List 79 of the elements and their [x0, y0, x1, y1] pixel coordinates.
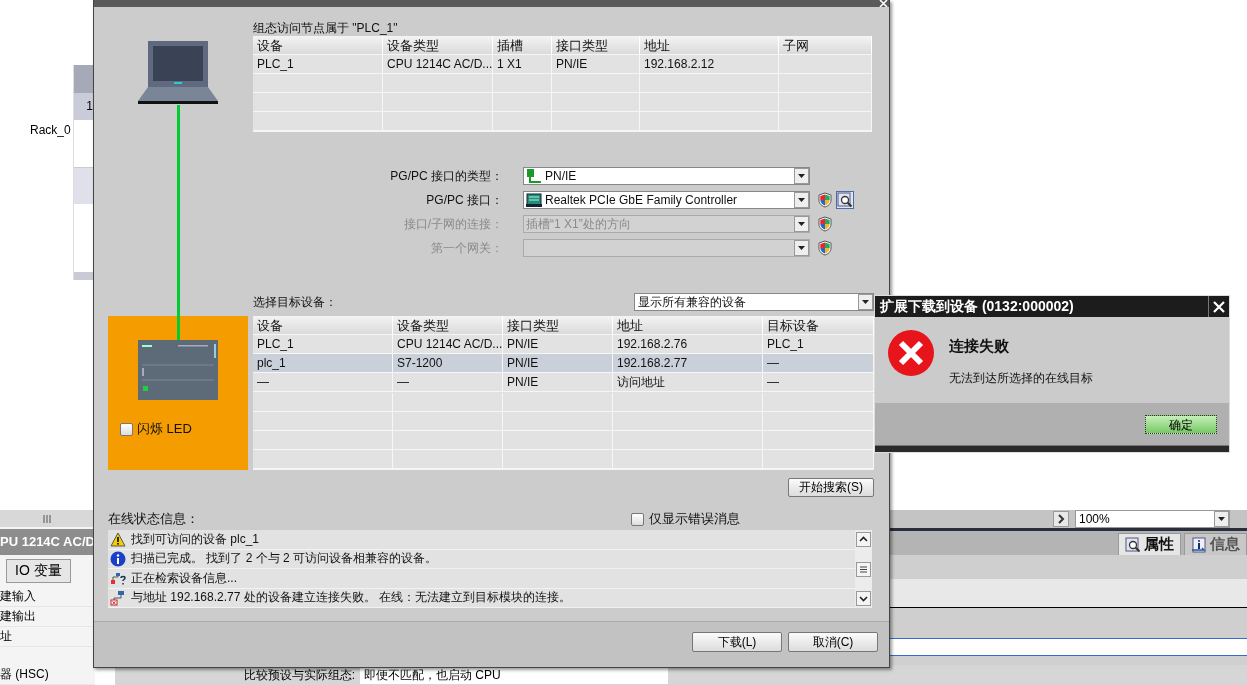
table-cell: CPU 1214C AC/D... [383, 55, 493, 74]
column-header[interactable]: 接口类型 [552, 36, 640, 55]
slot-number: 1 [74, 93, 94, 120]
field-label: PG/PC 接口： [425, 191, 504, 209]
magnifier-page-icon [1125, 536, 1141, 553]
column-header[interactable]: 设备类型 [383, 36, 493, 55]
column-header[interactable]: 设备类型 [393, 316, 503, 335]
error-heading: 连接失败 [949, 337, 1010, 356]
table-cell[interactable]: — [763, 354, 874, 374]
dropdown[interactable]: PN/IE [523, 167, 810, 185]
field-label: 接口/子网的连接： [402, 215, 504, 233]
field-label: PG/PC 接口的类型： [389, 167, 504, 185]
table-cell[interactable]: — [253, 373, 393, 393]
network-query-icon [110, 570, 126, 587]
zoom-dropdown[interactable]: 100% [1075, 510, 1230, 528]
info-icon [110, 550, 126, 567]
column-header[interactable]: 设备 [253, 36, 383, 55]
warning-icon [110, 531, 126, 547]
rack-label: Rack_0 [30, 123, 71, 137]
diagnostics-button[interactable] [836, 191, 854, 209]
download-button[interactable]: 下载(L) [692, 632, 782, 652]
error-message: 无法到达所选择的在线目标 [949, 370, 1093, 387]
filter-dropdown[interactable]: 显示所有兼容的设备 [634, 293, 874, 311]
table-cell[interactable]: — [393, 373, 503, 393]
inspector-tab[interactable]: 信息 [1184, 533, 1247, 555]
laptop-icon [138, 39, 218, 105]
plc-module-icon [138, 340, 218, 400]
close-icon[interactable] [1213, 300, 1225, 313]
message-text: 正在检索设备信息... [131, 569, 237, 587]
section-heading: 在线状态信息： [108, 510, 200, 528]
column-header[interactable]: 设备 [253, 316, 393, 335]
scrollbar[interactable] [855, 530, 872, 608]
table-cell[interactable]: 访问地址 [613, 373, 763, 393]
section-heading: 组态访问节点属于 "PLC_1" [253, 21, 399, 36]
checkbox[interactable] [631, 512, 644, 526]
dialog-title: 扩展下载到设备 (0132:000002) [880, 297, 1074, 316]
network-icon [526, 169, 542, 183]
cancel-button[interactable]: 取消(C) [788, 632, 878, 652]
checkbox[interactable] [120, 422, 133, 436]
column-header[interactable]: 插槽 [493, 36, 552, 55]
chevron-right-icon[interactable] [1053, 511, 1069, 527]
message-text: 扫描已完成。 找到了 2 个与 2 可访问设备相兼容的设备。 [131, 550, 438, 568]
checkbox-label: 仅显示错误消息 [649, 510, 740, 528]
magnifier-page-icon [837, 192, 853, 208]
table-cell: PLC_1 [253, 55, 383, 74]
table-cell: 192.168.2.12 [640, 55, 779, 74]
panel-header: PU 1214C AC/D [0, 529, 95, 555]
table-cell[interactable]: S7-1200 [393, 354, 503, 374]
ok-button[interactable]: 确定 [1145, 414, 1217, 434]
table-header-fragment [74, 65, 94, 93]
column-header[interactable]: 目标设备 [763, 316, 874, 335]
info-arrows-icon [1191, 536, 1207, 553]
table-cell[interactable]: 192.168.2.77 [613, 354, 763, 374]
inspector-tab[interactable]: 属性 [1118, 533, 1181, 555]
checkbox-label: 闪烁 LED [137, 420, 192, 438]
field-label: 比较预设与实际组态: [242, 666, 356, 684]
column-header[interactable]: 接口类型 [503, 316, 613, 335]
table-cell[interactable]: PN/IE [503, 373, 613, 393]
table-cell: PN/IE [552, 55, 640, 74]
close-icon[interactable] [879, 0, 889, 7]
table-cell: 1 X1 [493, 55, 552, 74]
column-header[interactable]: 地址 [640, 36, 779, 55]
network-error-icon [110, 589, 126, 606]
search-button[interactable]: 开始搜索(S) [788, 478, 874, 497]
grip-icon[interactable] [43, 514, 52, 523]
dropdown[interactable]: Realtek PCIe GbE Family Controller [523, 191, 810, 209]
error-icon [887, 329, 935, 377]
message-text: 找到可访问的设备 plc_1 [131, 530, 260, 548]
io-tab[interactable]: IO 变量 [6, 558, 71, 583]
section-heading: 选择目标设备： [253, 293, 337, 311]
column-header[interactable]: 地址 [613, 316, 763, 335]
column-header[interactable]: 子网 [779, 36, 872, 55]
table-cell[interactable]: plc_1 [253, 354, 393, 374]
scroll-down-icon[interactable] [856, 591, 871, 606]
table-cell[interactable]: PN/IE [503, 354, 613, 374]
network-card-icon [526, 193, 542, 207]
message-text: 与地址 192.168.2.77 处的设备建立连接失败。 在线：无法建立到目标模块的连接。 [131, 589, 572, 607]
scroll-thumb-icon[interactable] [856, 561, 871, 577]
scroll-up-icon[interactable] [856, 532, 871, 547]
